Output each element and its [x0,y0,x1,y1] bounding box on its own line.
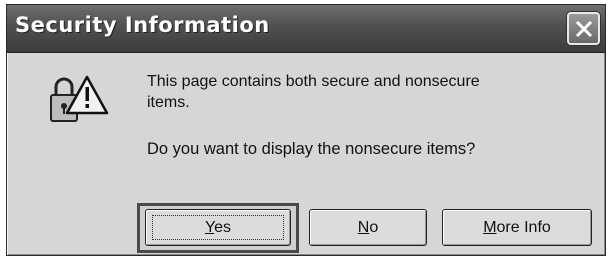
no-button-label: No [357,218,379,236]
close-button[interactable] [567,12,600,45]
close-icon [575,20,593,38]
question-text: Do you want to display the nonsecure ite… [147,140,476,158]
message-line-2: items. [147,94,190,111]
no-button[interactable]: No [309,209,427,246]
focus-rectangle [152,215,284,240]
message-line-1: This page contains both secure and nonse… [147,73,480,90]
more-info-button[interactable]: More Info [442,209,592,246]
message-text: This page contains both secure and nonse… [147,71,480,113]
window-title: Security Information [15,13,270,37]
title-bar[interactable]: Security Information [7,5,605,53]
more-info-button-label: More Info [483,218,551,236]
security-information-dialog: Security Information This page contains … [6,4,606,256]
yes-button[interactable]: Yes [145,209,291,246]
security-warning-icon [47,73,111,134]
